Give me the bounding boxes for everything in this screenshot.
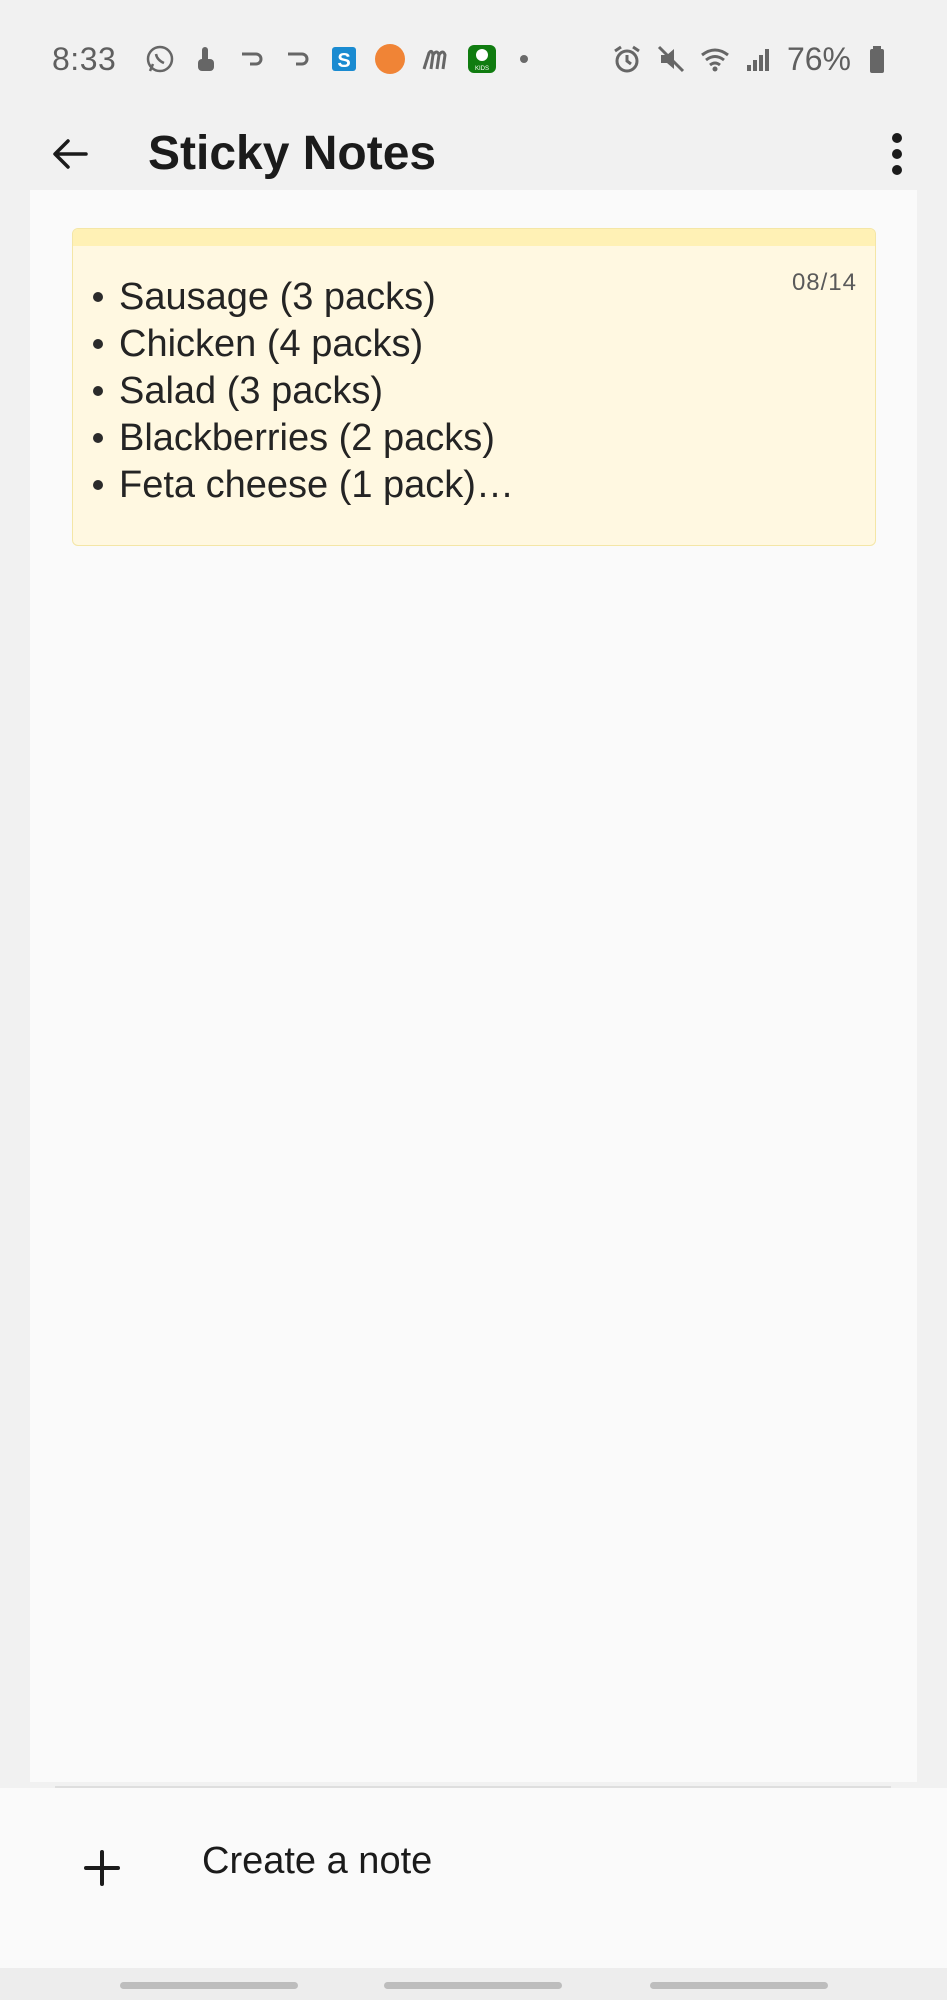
more-options-button[interactable]: [867, 124, 927, 184]
svg-text:S: S: [338, 50, 351, 72]
battery-icon: [863, 43, 895, 75]
note-item: Sausage (3 packs): [91, 274, 875, 321]
page-title: Sticky Notes: [148, 127, 437, 180]
wifi-icon: [699, 43, 731, 75]
mute-icon: [655, 43, 687, 75]
orange-circle-icon: [374, 43, 406, 75]
app-bar: Sticky Notes: [0, 118, 947, 190]
plus-icon: [82, 1848, 122, 1888]
xbox-kids-icon: KIDS: [466, 43, 498, 75]
navigation-bar: [0, 1968, 947, 2000]
nav-home-handle[interactable]: [384, 1982, 562, 1989]
status-right: 76%: [611, 41, 895, 78]
nav-back-handle[interactable]: [650, 1982, 828, 1989]
nav-recents-handle[interactable]: [120, 1982, 298, 1989]
s-app-icon: S: [328, 43, 360, 75]
alarm-icon: [611, 43, 643, 75]
status-time: 8:33: [52, 40, 117, 77]
note-item: Chicken (4 packs): [91, 321, 875, 368]
note-item: Salad (3 packs): [91, 368, 875, 415]
note-item: Feta cheese (1 pack)…: [91, 462, 875, 509]
status-left: 8:33 S KIDS: [52, 41, 536, 78]
create-note-label: Create a note: [202, 1840, 433, 1882]
signal-icon: [743, 43, 775, 75]
note-color-band: [73, 229, 875, 246]
note-card[interactable]: 08/14 Sausage (3 packs) Chicken (4 packs…: [72, 228, 876, 546]
touch-icon: [190, 43, 222, 75]
status-bar: 8:33 S KIDS 76%: [0, 0, 947, 118]
whatsapp-icon: [144, 43, 176, 75]
note-item: Blackberries (2 packs): [91, 415, 875, 462]
hook-icon: [282, 43, 314, 75]
arrow-left-icon: [53, 139, 88, 169]
screen: 8:33 S KIDS 76% Sticky Notes 08/14 Sausa…: [0, 0, 947, 2000]
svg-text:KIDS: KIDS: [475, 66, 489, 72]
dot-icon: [520, 55, 529, 63]
battery-percent: 76%: [786, 40, 851, 77]
notes-list: 08/14 Sausage (3 packs) Chicken (4 packs…: [30, 190, 917, 1782]
note-items: Sausage (3 packs) Chicken (4 packs) Sala…: [73, 246, 875, 509]
more-vertical-icon: [892, 133, 902, 175]
m-app-icon: [420, 43, 452, 75]
hook-icon: [236, 43, 268, 75]
create-note-button[interactable]: Create a note: [0, 1788, 947, 1968]
back-button[interactable]: [40, 124, 100, 184]
